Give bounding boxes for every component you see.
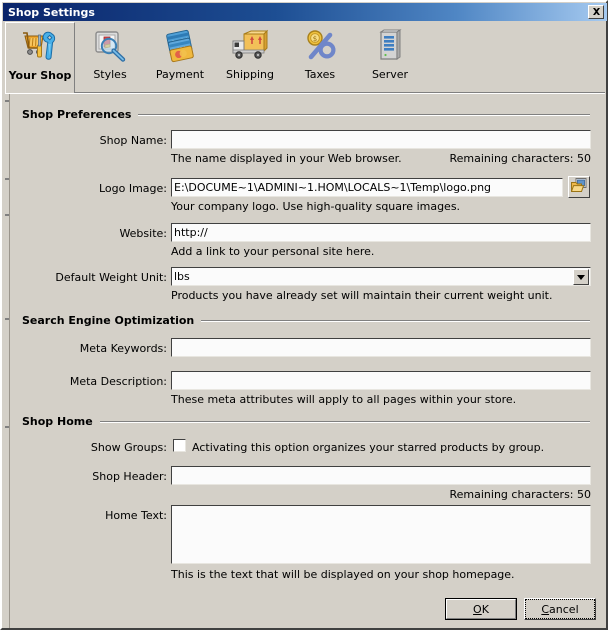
shop-name-counter: Remaining characters: 50 xyxy=(449,152,591,165)
group-rule xyxy=(201,319,590,322)
credit-cards-icon: PayPal VISA xyxy=(160,26,200,66)
meta-keywords-input[interactable] xyxy=(171,338,591,357)
svg-text:$: $ xyxy=(313,35,317,43)
ok-button-label: OK xyxy=(473,603,489,616)
shop-header-input[interactable] xyxy=(171,466,591,485)
ok-mnemonic: O xyxy=(473,602,482,616)
cancel-mnemonic: C xyxy=(541,602,550,616)
group-header-shop-home: Shop Home xyxy=(22,415,590,428)
cancel-button-label: Cancel xyxy=(541,603,578,616)
website-hint: Add a link to your personal site here. xyxy=(171,245,375,258)
tab-payment[interactable]: PayPal VISA Payment xyxy=(145,22,215,93)
home-text-textarea[interactable] xyxy=(171,505,591,564)
shop-name-hint: The name displayed in your Web browser. xyxy=(171,152,402,165)
shopping-cart-wrench-icon xyxy=(20,27,60,67)
tab-label: Your Shop xyxy=(8,69,72,82)
shop-name-label: Shop Name: xyxy=(99,134,167,147)
tabstrip: Your Shop Styles Payment Shipping $ Taxe… xyxy=(5,22,605,93)
logo-image-input[interactable]: E:\DOCUME~1\ADMINI~1.HOM\LOCALS~1\Temp\l… xyxy=(171,178,563,197)
default-weight-unit-select[interactable]: lbs xyxy=(171,267,591,286)
logo-browse-button[interactable] xyxy=(568,176,590,198)
group-title: Search Engine Optimization xyxy=(22,314,195,327)
home-text-hint: This is the text that will be displayed … xyxy=(171,568,515,581)
group-header-seo: Search Engine Optimization xyxy=(22,314,590,327)
meta-description-hint: These meta attributes will apply to all … xyxy=(171,393,517,406)
tab-taxes[interactable]: $ Taxes xyxy=(285,22,355,93)
window-title: Shop Settings xyxy=(8,5,95,19)
open-folder-image-icon xyxy=(570,178,587,196)
show-groups-label: Show Groups: xyxy=(90,441,167,454)
shop-header-counter: Remaining characters: 50 xyxy=(449,488,591,501)
picture-magnifier-icon xyxy=(90,26,130,66)
logo-image-label: Logo Image: xyxy=(98,182,167,195)
tab-label: Taxes xyxy=(304,68,336,81)
default-weight-unit-label: Default Weight Unit: xyxy=(55,271,167,284)
meta-keywords-label: Meta Keywords: xyxy=(79,342,167,355)
cancel-button[interactable]: Cancel xyxy=(524,598,596,620)
meta-description-label: Meta Description: xyxy=(69,375,167,388)
meta-description-input[interactable] xyxy=(171,371,591,390)
shop-name-input[interactable] xyxy=(171,130,591,149)
group-rule xyxy=(138,113,590,116)
close-icon xyxy=(592,8,601,16)
tab-toolbar: Your Shop Styles Payment Shipping $ Taxe… xyxy=(5,22,605,94)
shop-header-label: Shop Header: xyxy=(92,470,167,483)
website-label: Website: xyxy=(119,227,167,240)
percent-coin-icon: $ xyxy=(300,26,340,66)
tab-shipping[interactable]: Shipping xyxy=(215,22,285,93)
group-title: Shop Home xyxy=(22,415,93,428)
tab-styles[interactable]: Styles xyxy=(75,22,145,93)
tab-label: Shipping xyxy=(226,68,274,81)
titlebar[interactable]: Shop Settings xyxy=(3,3,607,21)
group-header-shop-preferences: Shop Preferences xyxy=(22,108,590,121)
delivery-truck-icon xyxy=(230,26,270,66)
default-weight-unit-hint: Products you have already set will maint… xyxy=(171,289,553,302)
group-title: Shop Preferences xyxy=(22,108,132,121)
chevron-down-icon[interactable] xyxy=(573,269,589,285)
tab-label: Server xyxy=(371,68,409,81)
ok-button[interactable]: OK xyxy=(445,598,517,620)
show-groups-checkbox[interactable] xyxy=(173,439,186,452)
close-button[interactable] xyxy=(588,5,604,19)
server-tower-icon xyxy=(370,26,410,66)
tab-label: Styles xyxy=(93,68,127,81)
cancel-suffix: ancel xyxy=(549,602,579,616)
home-text-label: Home Text: xyxy=(105,509,167,522)
your-shop-panel: Shop Preferences Shop Name: The name dis… xyxy=(5,94,605,628)
panel-scroll-sliver[interactable] xyxy=(5,94,10,628)
shop-settings-dialog: Shop Settings Your Shop Styles Payment S… xyxy=(0,0,608,630)
ok-suffix: K xyxy=(481,602,489,616)
tab-your-shop[interactable]: Your Shop xyxy=(5,22,75,93)
show-groups-caption: Activating this option organizes your st… xyxy=(192,441,545,454)
group-rule xyxy=(99,420,590,423)
tab-label: Payment xyxy=(155,68,205,81)
website-input[interactable]: http:// xyxy=(171,223,591,242)
logo-image-hint: Your company logo. Use high-quality squa… xyxy=(171,200,461,213)
tab-server[interactable]: Server xyxy=(355,22,425,93)
